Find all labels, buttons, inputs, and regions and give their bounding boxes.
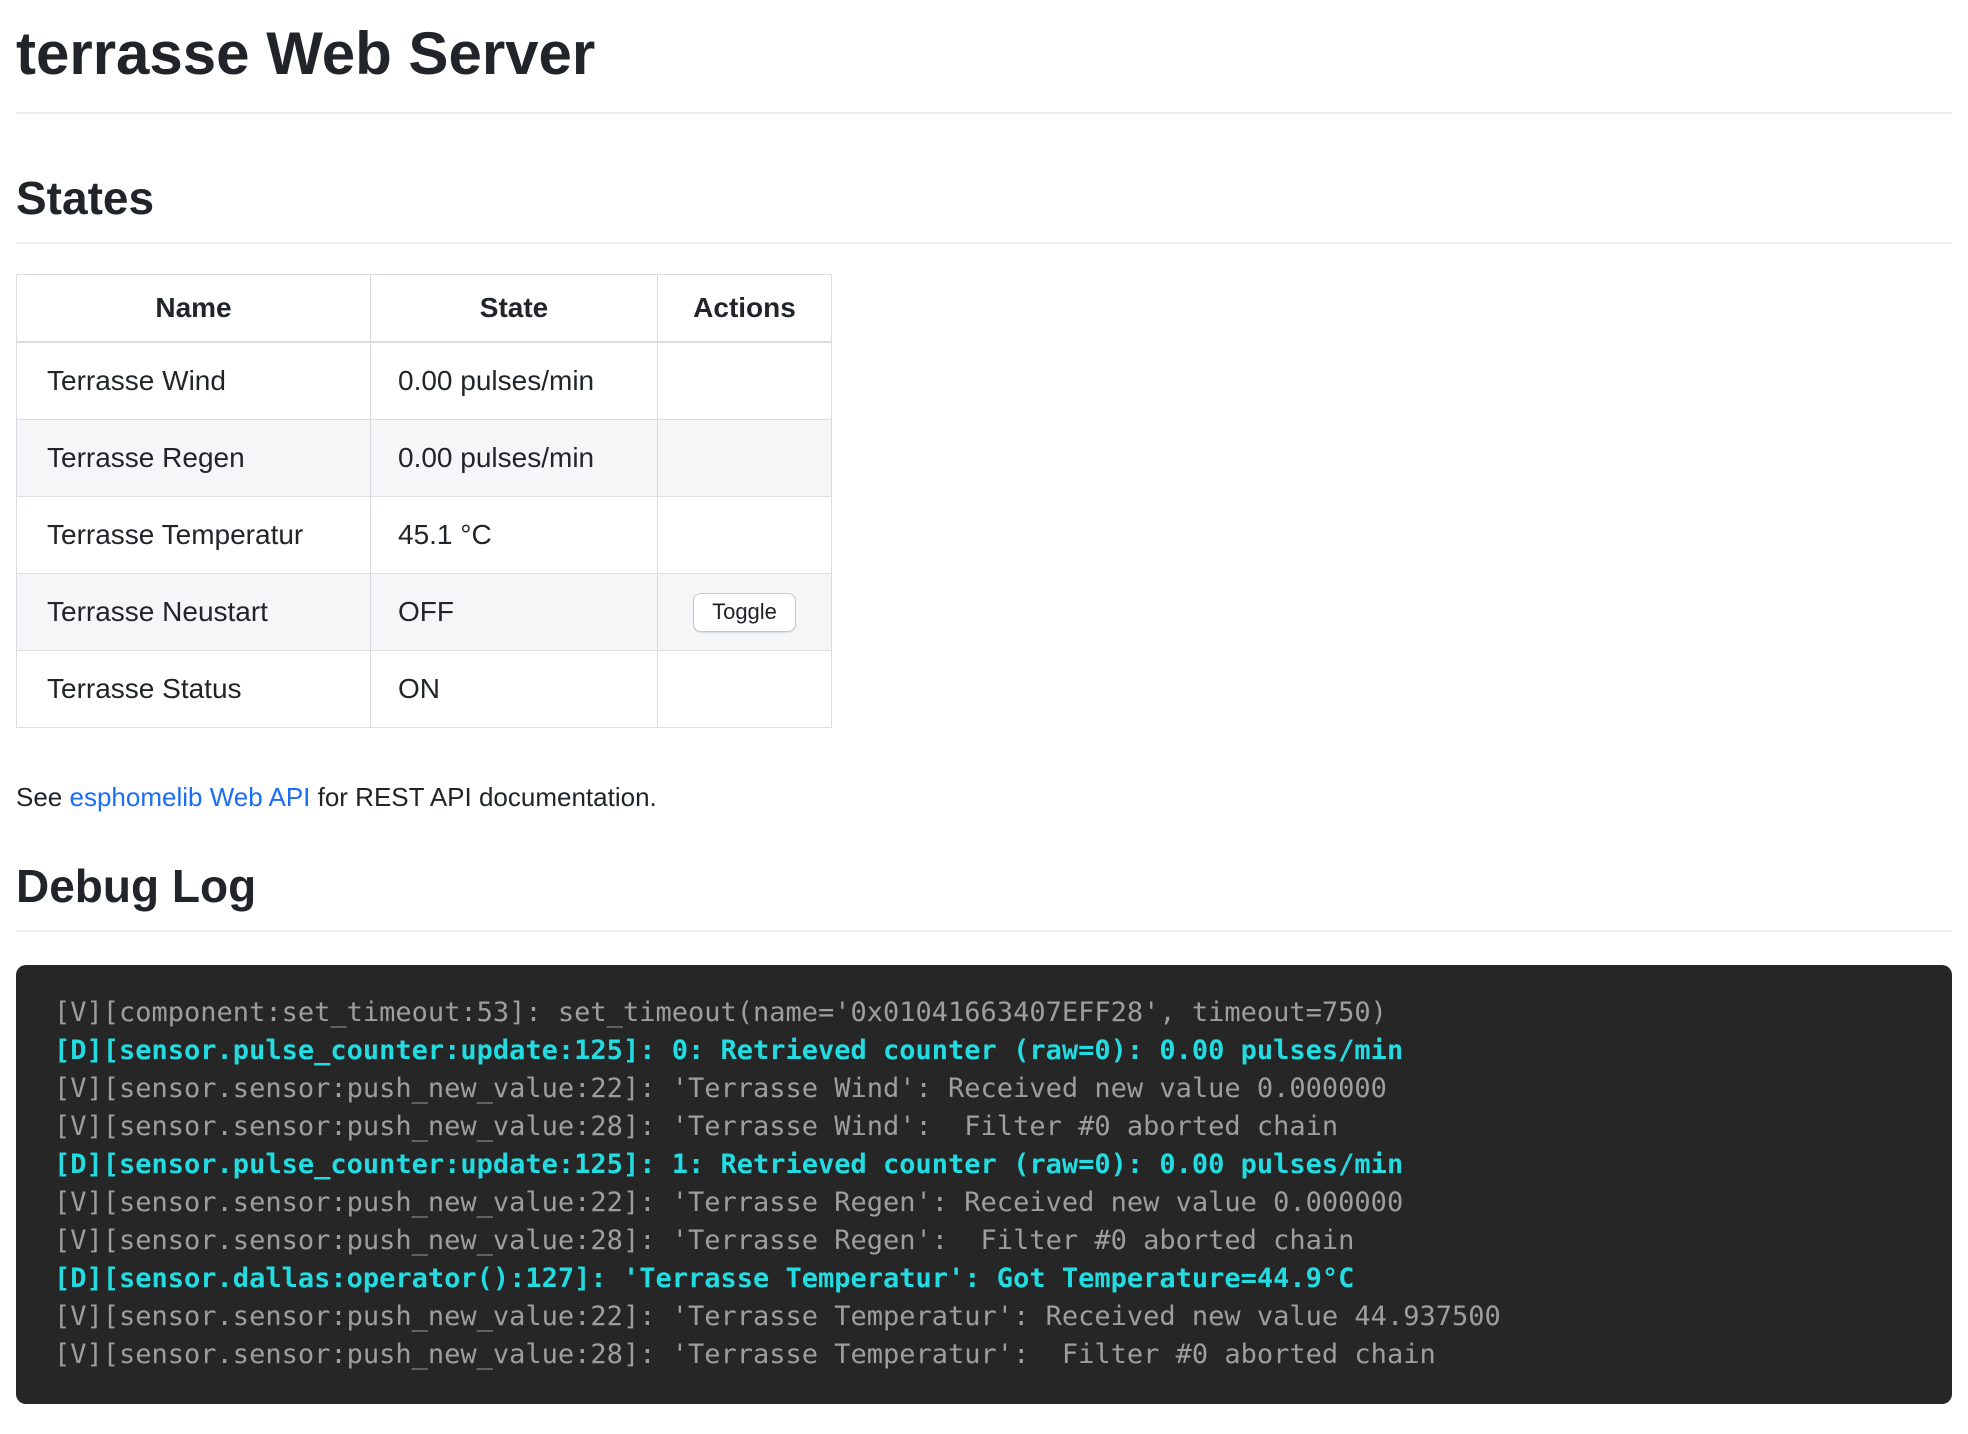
cell-name: Terrasse Wind: [17, 342, 371, 420]
page: terrasse Web Server States Name State Ac…: [0, 22, 1968, 1404]
api-note-suffix: for REST API documentation.: [310, 782, 656, 812]
cell-name: Terrasse Status: [17, 651, 371, 728]
header-row: Name State Actions: [17, 275, 832, 343]
api-note: See esphomelib Web API for REST API docu…: [16, 782, 1952, 812]
cell-state: 45.1 °C: [371, 497, 658, 574]
states-heading: States: [16, 176, 1952, 220]
table-row: Terrasse Temperatur45.1 °C: [17, 497, 832, 574]
states-table: Name State Actions Terrasse Wind0.00 pul…: [16, 274, 832, 728]
title-divider: [16, 112, 1952, 114]
debug-log-heading: Debug Log: [16, 864, 1952, 908]
cell-state: ON: [371, 651, 658, 728]
states-divider: [16, 242, 1952, 244]
esphomelib-web-api-link[interactable]: esphomelib Web API: [70, 782, 311, 812]
cell-actions: [658, 497, 832, 574]
log-line-v: [V][component:set_timeout:53]: set_timeo…: [54, 994, 1914, 1032]
column-header-name: Name: [17, 275, 371, 343]
cell-actions: Toggle: [658, 574, 832, 651]
cell-actions: [658, 342, 832, 420]
table-row: Terrasse Wind0.00 pulses/min: [17, 342, 832, 420]
cell-name: Terrasse Neustart: [17, 574, 371, 651]
cell-actions: [658, 420, 832, 497]
api-note-prefix: See: [16, 782, 70, 812]
log-line-d: [D][sensor.dallas:operator():127]: 'Terr…: [54, 1260, 1914, 1298]
cell-state: OFF: [371, 574, 658, 651]
debug-log-panel: [V][component:set_timeout:53]: set_timeo…: [16, 965, 1952, 1404]
cell-state: 0.00 pulses/min: [371, 420, 658, 497]
cell-state: 0.00 pulses/min: [371, 342, 658, 420]
log-line-d: [D][sensor.pulse_counter:update:125]: 0:…: [54, 1032, 1914, 1070]
table-row: Terrasse StatusON: [17, 651, 832, 728]
column-header-state: State: [371, 275, 658, 343]
log-line-v: [V][sensor.sensor:push_new_value:22]: 'T…: [54, 1070, 1914, 1108]
log-line-v: [V][sensor.sensor:push_new_value:28]: 'T…: [54, 1336, 1914, 1374]
log-line-v: [V][sensor.sensor:push_new_value:22]: 'T…: [54, 1298, 1914, 1336]
page-title: terrasse Web Server: [16, 22, 1952, 86]
states-table-header: Name State Actions: [17, 275, 832, 343]
log-line-d: [D][sensor.pulse_counter:update:125]: 1:…: [54, 1146, 1914, 1184]
cell-name: Terrasse Temperatur: [17, 497, 371, 574]
table-row: Terrasse Regen0.00 pulses/min: [17, 420, 832, 497]
log-line-v: [V][sensor.sensor:push_new_value:28]: 'T…: [54, 1222, 1914, 1260]
log-line-v: [V][sensor.sensor:push_new_value:28]: 'T…: [54, 1108, 1914, 1146]
toggle-button[interactable]: Toggle: [693, 593, 796, 632]
cell-actions: [658, 651, 832, 728]
table-row: Terrasse NeustartOFF Toggle: [17, 574, 832, 651]
log-line-v: [V][sensor.sensor:push_new_value:22]: 'T…: [54, 1184, 1914, 1222]
debug-divider: [16, 930, 1952, 932]
states-table-body: Terrasse Wind0.00 pulses/minTerrasse Reg…: [17, 342, 832, 728]
cell-name: Terrasse Regen: [17, 420, 371, 497]
column-header-actions: Actions: [658, 275, 832, 343]
